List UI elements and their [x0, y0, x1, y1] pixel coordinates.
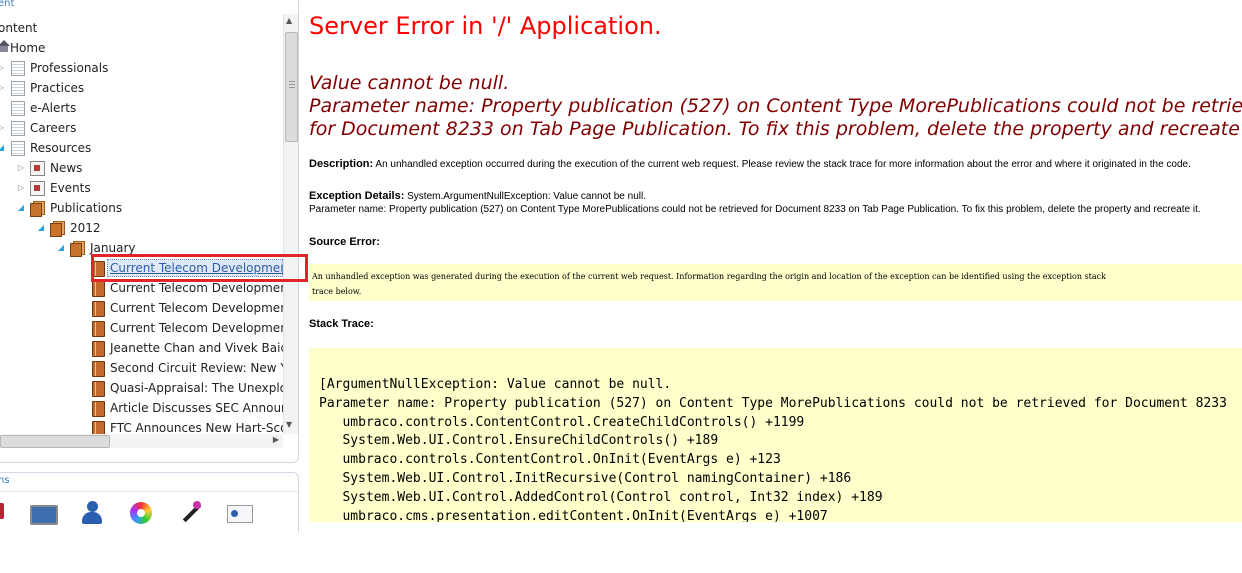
stack-trace-line: [ArgumentNullException: Value cannot be …	[319, 377, 672, 392]
document-icon	[92, 281, 105, 297]
events-icon	[30, 181, 45, 196]
expand-arrow-icon[interactable]: ▷	[0, 58, 6, 78]
scrollbar-thumb[interactable]	[0, 435, 110, 448]
error-title: Server Error in '/' Application.	[309, 12, 662, 40]
collapse-arrow-icon[interactable]: ◢	[0, 138, 6, 158]
description-text: An unhandled exception occurred during t…	[373, 159, 1191, 170]
expand-arrow-icon[interactable]: ▷	[16, 178, 26, 198]
tree-item-label: Current Telecom Developments	[110, 321, 299, 335]
stack-trace-line: System.Web.UI.Control.AddedControl(Contr…	[319, 489, 883, 505]
stack-trace-line: System.Web.UI.Control.EnsureChildControl…	[319, 433, 719, 449]
divider	[0, 491, 298, 492]
tree-item-label: 2012	[70, 221, 101, 235]
stack-trace-box: [ArgumentNullException: Value cannot be …	[309, 348, 1242, 522]
tree-vertical-scrollbar[interactable]: ▲ ▼	[283, 14, 298, 434]
document-icon	[92, 301, 105, 317]
news-icon	[30, 161, 45, 176]
tree-item-label: Practices	[30, 81, 85, 95]
folder-icon	[70, 241, 85, 257]
page-icon	[11, 61, 25, 76]
document-icon	[92, 341, 105, 357]
source-error-line: trace below.	[312, 287, 362, 296]
stack-trace-line: umbraco.controls.ContentControl.OnInit(E…	[319, 452, 781, 468]
scrollbar-thumb[interactable]	[285, 32, 298, 142]
document-icon	[92, 321, 105, 337]
source-error-label: Source Error:	[309, 236, 380, 248]
member-icon[interactable]	[79, 501, 105, 527]
tree-item-label: News	[50, 161, 83, 175]
stack-trace-label: Stack Trace:	[309, 318, 374, 330]
scroll-down-arrow-icon[interactable]: ▼	[286, 420, 292, 429]
folder-icon	[50, 221, 65, 237]
collapse-arrow-icon[interactable]: ◢	[16, 198, 26, 218]
document-icon	[92, 381, 105, 397]
developer-icon[interactable]	[177, 501, 203, 527]
stack-trace-line: System.Web.UI.Control.InitRecursive(Cont…	[319, 470, 852, 486]
error-message-line: Value cannot be null.	[309, 72, 510, 94]
tree-item-label: Home	[10, 41, 46, 55]
exception-details-label: Exception Details:	[309, 190, 405, 202]
expand-arrow-icon[interactable]: ▷	[0, 78, 6, 98]
page-icon	[11, 121, 25, 136]
content-icon[interactable]	[0, 501, 12, 527]
content-tree-panel: ent ontent Home ▷ Professionals ▷ Practi…	[0, 0, 299, 463]
page-icon	[11, 81, 25, 96]
error-message: Value cannot be null. Parameter name: Pr…	[309, 72, 1242, 141]
tree-panel-title: ent	[0, 0, 15, 9]
source-error-line: An unhandled exception was generated dur…	[312, 272, 1106, 281]
error-page: Server Error in '/' Application. Value c…	[309, 0, 1242, 522]
document-icon	[92, 361, 105, 377]
tree-item-label: Publications	[50, 201, 123, 215]
tree-item-label: Jeanette Chan and Vivek Baid F	[110, 341, 299, 355]
tree-item-label: Quasi-Appraisal: The Unexplore	[110, 381, 299, 395]
tree-item-label: Resources	[30, 141, 92, 155]
error-message-line: for Document 8233 on Tab Page Publicatio…	[309, 118, 1242, 140]
collapse-arrow-icon[interactable]: ◢	[36, 218, 46, 238]
tree-item-label: Careers	[30, 121, 77, 135]
tree-item-label: Current Telecom Developments	[110, 301, 299, 315]
description-label: Description:	[309, 158, 374, 170]
page-icon	[11, 101, 25, 116]
stack-trace-line: umbraco.cms.presentation.editContent.OnI…	[319, 508, 828, 522]
error-description: Description: An unhandled exception occu…	[309, 158, 1191, 170]
sections-panel: ns	[0, 472, 299, 533]
scroll-up-arrow-icon[interactable]: ▲	[286, 16, 292, 25]
sections-title: ns	[0, 475, 10, 486]
exception-details-text: System.ArgumentNullException: Value cann…	[404, 191, 646, 202]
folder-icon	[30, 201, 45, 217]
collapse-arrow-icon[interactable]: ◢	[56, 238, 66, 258]
tree-horizontal-scrollbar[interactable]: ▶	[0, 434, 283, 448]
scroll-right-arrow-icon[interactable]: ▶	[273, 435, 279, 444]
expand-arrow-icon[interactable]: ▷	[0, 118, 6, 138]
tree-item-label: Article Discusses SEC Announ	[110, 401, 289, 415]
exception-details-line: Parameter name: Property publication (52…	[309, 204, 1201, 215]
home-icon	[0, 40, 10, 52]
source-error-box: An unhandled exception was generated dur…	[309, 264, 1242, 301]
error-message-line: Parameter name: Property publication (52…	[309, 95, 1242, 117]
document-icon	[92, 401, 105, 417]
highlight-box	[91, 254, 308, 282]
users-icon[interactable]	[227, 501, 253, 527]
tree-item-label: Second Circuit Review: New Yo	[110, 361, 294, 375]
tree-panel-header: ent	[0, 0, 298, 12]
tree-root-label: ontent	[0, 21, 38, 35]
exception-details: Exception Details: System.ArgumentNullEx…	[309, 190, 1201, 216]
tree-item-label: Professionals	[30, 61, 109, 75]
tree-item-label: e-Alerts	[30, 101, 77, 115]
media-icon[interactable]	[30, 501, 58, 527]
stack-trace-line: Parameter name: Property publication (52…	[319, 395, 1227, 411]
settings-icon[interactable]	[129, 501, 155, 527]
stack-trace-line: umbraco.controls.ContentControl.CreateCh…	[319, 414, 805, 430]
page-icon	[11, 141, 25, 156]
tree-item-label: Events	[50, 181, 91, 195]
expand-arrow-icon[interactable]: ▷	[16, 158, 26, 178]
